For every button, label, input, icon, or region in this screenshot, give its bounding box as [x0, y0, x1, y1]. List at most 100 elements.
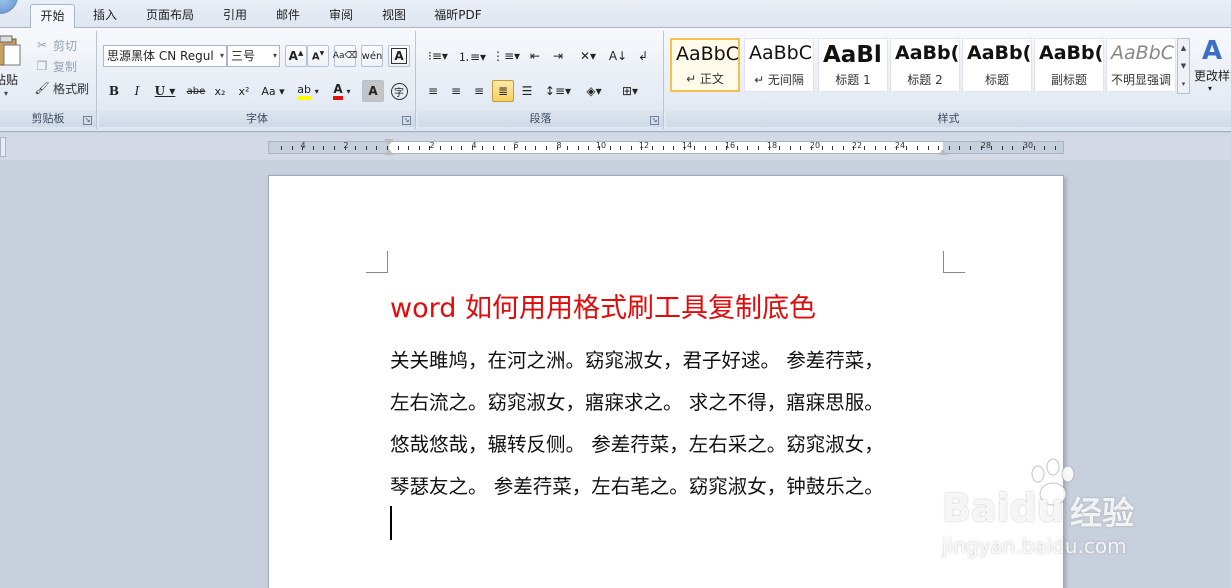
bold-button[interactable]: B — [103, 80, 125, 102]
ruler-label: 10 — [595, 141, 607, 150]
copy-button[interactable]: ❐ 复制 — [34, 56, 77, 76]
watermark-product: 经验 — [1070, 494, 1135, 532]
chevron-down-icon: ▾ — [314, 86, 319, 96]
enclose-characters-button[interactable]: 字 — [388, 80, 410, 102]
ruler-tick — [1054, 146, 1056, 150]
bullets-icon: ⁝≡▾ — [428, 49, 448, 63]
tab-view[interactable]: 视图 — [373, 4, 415, 28]
format-painter-button[interactable]: 🖌 格式刷 — [34, 78, 89, 98]
ruler-tick — [1033, 146, 1035, 150]
show-marks-button[interactable]: ↲ — [632, 45, 654, 67]
change-styles-button[interactable]: A 更改样式 ▾ — [1194, 35, 1231, 105]
align-left-icon: ≡ — [427, 84, 439, 98]
ruler-tick — [355, 146, 357, 150]
document-paragraph-line[interactable]: 琴瑟友之。 参差荇菜，左右芼之。窈窕淑女，钟鼓乐之。 — [390, 470, 884, 499]
styles-group-label: 样式 — [666, 111, 1231, 127]
paste-dropdown-icon[interactable]: ▾ — [4, 89, 8, 98]
shrink-font-button[interactable]: A▼ — [307, 45, 329, 67]
clear-formatting-button[interactable]: Aa⌫ — [333, 45, 357, 67]
paragraph-mark-icon: ↲ — [637, 49, 649, 63]
grow-font-button[interactable]: A▲ — [285, 45, 307, 67]
decrease-indent-button[interactable]: ⇤ — [524, 45, 546, 67]
distribute-button[interactable]: ☰ — [516, 80, 538, 102]
paragraph-launcher-icon[interactable]: ↘ — [650, 116, 659, 125]
highlighter-icon: ab — [297, 83, 311, 100]
tab-page-layout[interactable]: 页面布局 — [137, 4, 203, 28]
ruler-tick — [811, 146, 812, 150]
align-left-button[interactable]: ≡ — [422, 80, 444, 102]
increase-indent-icon: ⇥ — [552, 49, 564, 63]
phonetic-guide-button[interactable]: wén — [361, 45, 383, 67]
right-indent-marker[interactable] — [938, 149, 948, 155]
ruler-tick — [577, 146, 579, 150]
ruler-tick — [281, 146, 282, 150]
clipboard-launcher-icon[interactable]: ↘ — [83, 116, 92, 125]
tab-mailings[interactable]: 邮件 — [267, 4, 309, 28]
bold-icon: B — [108, 84, 120, 98]
document-paragraph-line[interactable]: 关关雎鸠，在河之洲。窈窕淑女，君子好逑。 参差荇菜， — [390, 344, 884, 373]
scroll-down-icon[interactable]: ▼ — [1178, 57, 1189, 75]
ruler-tick — [408, 146, 410, 150]
tab-home[interactable]: 开始 — [30, 4, 75, 29]
ruler-tick — [694, 146, 696, 150]
horizontal-ruler[interactable]: 4 2 2 4 6 8 10 12 14 16 18 20 22 24 28 3… — [268, 139, 1064, 155]
bullets-button[interactable]: ⁝≡▾ — [422, 45, 454, 67]
hanging-indent-marker[interactable] — [384, 149, 394, 155]
more-styles-icon[interactable]: ▾ — [1178, 75, 1189, 93]
ruler-tick — [514, 146, 516, 150]
character-border-button[interactable]: A — [388, 45, 410, 67]
font-size-combo[interactable]: 三号 ▾ — [227, 45, 280, 67]
style-title[interactable]: AaBb( 标题 — [962, 38, 1032, 92]
line-spacing-button[interactable]: ↕≡▾ — [542, 80, 574, 102]
document-paragraph-line[interactable]: 左右流之。窈窕淑女，寤寐求之。 求之不得，寤寐思服。 — [390, 386, 884, 415]
italic-button[interactable]: I — [126, 80, 148, 102]
underline-button[interactable]: U ▾ — [149, 80, 181, 102]
styles-scroll[interactable]: ▲ ▼ ▾ — [1177, 38, 1190, 94]
office-button[interactable] — [0, 0, 18, 14]
cut-button[interactable]: ✂ 剪切 — [34, 35, 77, 55]
style-normal[interactable]: AaBbC( ↵ 正文 — [670, 38, 740, 92]
justify-button[interactable]: ≣ — [492, 80, 514, 102]
tab-foxit-pdf[interactable]: 福昕PDF — [426, 4, 490, 28]
chinese-layout-button[interactable]: ✕▾ — [572, 45, 604, 67]
superscript-button[interactable]: x² — [233, 80, 255, 102]
sort-button[interactable]: A↓ — [607, 45, 629, 67]
change-case-button[interactable]: Aa ▾ — [257, 80, 289, 102]
paste-button[interactable]: 粘贴 ▾ — [0, 35, 24, 99]
italic-icon: I — [134, 84, 140, 98]
ruler-tick — [959, 146, 961, 150]
first-line-indent-marker[interactable] — [384, 139, 394, 145]
document-paragraph-line[interactable]: 悠哉悠哉，辗转反侧。 参差荇菜，左右采之。窈窕淑女， — [390, 428, 884, 457]
borders-button[interactable]: ⊞▾ — [614, 80, 646, 102]
style-sample: AaBb( — [1039, 42, 1104, 64]
style-no-spacing[interactable]: AaBbC( ↵ 无间隔 — [744, 38, 814, 92]
font-name-combo[interactable]: 思源黑体 CN Regul ▾ — [103, 45, 227, 67]
style-subtle-emphasis[interactable]: AaBbC( 不明显强调 — [1106, 38, 1176, 92]
align-center-button[interactable]: ≡ — [445, 80, 467, 102]
tab-references[interactable]: 引用 — [214, 4, 256, 28]
strikethrough-button[interactable]: abe — [184, 80, 208, 102]
shading-button[interactable]: ◈▾ — [578, 80, 610, 102]
align-right-button[interactable]: ≡ — [468, 80, 490, 102]
ruler-tick — [927, 146, 929, 150]
document-heading[interactable]: word 如何用用格式刷工具复制底色 — [390, 286, 816, 325]
ruler-tick — [874, 146, 876, 150]
highlight-button[interactable]: ab ▾ — [292, 80, 324, 102]
numbering-button[interactable]: ⒈≡▾ — [456, 45, 488, 67]
tab-insert[interactable]: 插入 — [84, 4, 126, 28]
character-shading-button[interactable]: A — [362, 80, 384, 102]
ruler-tick — [334, 146, 335, 150]
subscript-button[interactable]: x₂ — [209, 80, 231, 102]
font-launcher-icon[interactable]: ↘ — [402, 116, 411, 125]
tab-review[interactable]: 审阅 — [320, 4, 362, 28]
style-heading-1[interactable]: AaBl 标题 1 — [818, 38, 888, 92]
style-heading-2[interactable]: AaBb( 标题 2 — [890, 38, 960, 92]
scroll-up-icon[interactable]: ▲ — [1178, 39, 1189, 57]
increase-indent-button[interactable]: ⇥ — [547, 45, 569, 67]
style-subtitle[interactable]: AaBb( 副标题 — [1034, 38, 1104, 92]
ruler-tick — [832, 146, 834, 150]
font-color-button[interactable]: A ▾ — [326, 80, 358, 102]
ruler-tick — [482, 146, 484, 150]
ruler-tab-selector[interactable] — [0, 137, 6, 157]
multilevel-list-button[interactable]: ⋮≡▾ — [490, 45, 522, 67]
